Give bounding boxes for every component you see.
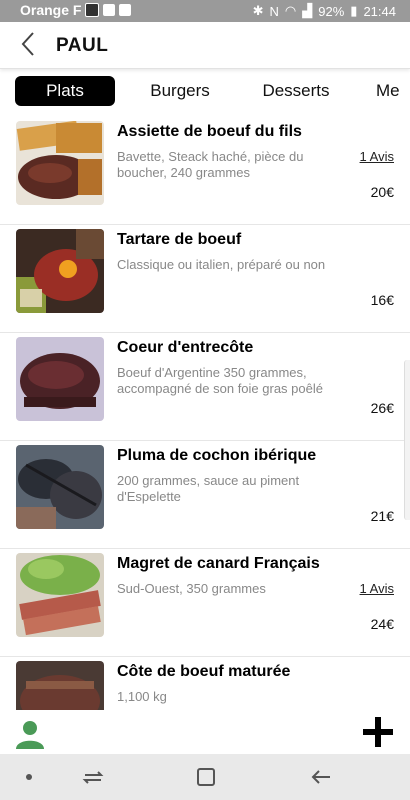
chevron-left-icon (21, 32, 34, 56)
recent-apps-button[interactable] (82, 766, 104, 788)
back-button[interactable] (14, 29, 44, 59)
dish-photo (16, 661, 104, 710)
dish-name: Tartare de boeuf (117, 231, 242, 248)
category-tabs: Plats Burgers Desserts Me (0, 74, 410, 108)
reviews-link[interactable]: 1 Avis (360, 149, 394, 164)
dish-price: 16€ (370, 292, 394, 308)
dish-description: Boeuf d'Argentine 350 grammes, accompagn… (117, 365, 323, 396)
recent-apps-icon (82, 771, 104, 784)
dish-name: Magret de canard Français (117, 555, 320, 572)
nfc-icon: N (269, 3, 279, 19)
arrow-left-icon (311, 770, 330, 784)
nav-dot-button[interactable] (18, 766, 40, 788)
list-item[interactable]: Côte de boeuf maturée 1,100 kg (0, 656, 410, 710)
back-nav-button[interactable] (310, 766, 332, 788)
dish-description: Bavette, Steack haché, pièce du boucher,… (117, 149, 304, 180)
tab-plats[interactable]: Plats (15, 76, 115, 106)
dish-price: 24€ (370, 616, 394, 632)
add-button[interactable] (362, 716, 394, 748)
profile-button[interactable] (14, 718, 46, 750)
bluetooth-icon: ✱ (252, 3, 264, 18)
dish-photo (16, 553, 104, 637)
dish-price: 21€ (370, 508, 394, 524)
app-notification-icon (85, 3, 100, 17)
dish-name: Assiette de boeuf du fils (117, 123, 302, 140)
dish-photo (16, 337, 104, 421)
shield-icon (103, 4, 116, 16)
plus-icon (363, 717, 393, 747)
tab-desserts[interactable]: Desserts (248, 76, 344, 106)
dot-icon (26, 774, 32, 780)
dish-name: Côte de boeuf maturée (117, 663, 291, 680)
dish-price: 26€ (370, 400, 394, 416)
dish-description: 1,100 kg (117, 689, 167, 704)
list-item[interactable]: Magret de canard Français Sud-Ouest, 350… (0, 548, 410, 657)
app-header: PAUL (0, 22, 410, 69)
dish-name: Pluma de cochon ibérique (117, 447, 317, 464)
list-item[interactable]: Pluma de cochon ibérique 200 grammes, sa… (0, 440, 410, 549)
home-button[interactable] (195, 766, 217, 788)
user-icon (16, 721, 44, 749)
carrier-label: Orange F (20, 2, 82, 18)
dish-description: Sud-Ouest, 350 grammes (117, 581, 266, 596)
tab-more[interactable]: Me (376, 76, 410, 106)
list-item[interactable]: Assiette de boeuf du fils Bavette, Steac… (0, 116, 410, 225)
dish-photo (16, 121, 104, 205)
image-icon (119, 4, 132, 16)
battery-icon: ▮ (350, 3, 358, 18)
reviews-link[interactable]: 1 Avis (360, 581, 394, 596)
menu-list: Assiette de boeuf du fils Bavette, Steac… (0, 116, 410, 710)
scroll-indicator[interactable] (404, 360, 410, 520)
signal-icon: ▟ (302, 3, 313, 18)
dish-description: Classique ou italien, préparé ou non (117, 257, 326, 272)
system-nav-bar (0, 754, 410, 800)
dish-description: 200 grammes, sauce au piment d'Espelette (117, 473, 300, 504)
page-title: PAUL (56, 35, 109, 56)
dish-photo (16, 445, 104, 529)
dish-name: Coeur d'entrecôte (117, 339, 254, 356)
home-icon (197, 768, 215, 786)
list-item[interactable]: Tartare de boeuf Classique ou italien, p… (0, 224, 410, 333)
tab-burgers[interactable]: Burgers (135, 76, 225, 106)
list-item[interactable]: Coeur d'entrecôte Boeuf d'Argentine 350 … (0, 332, 410, 441)
dish-price: 20€ (370, 184, 394, 200)
wifi-icon: ◠ (284, 3, 297, 18)
clock: 21:44 (363, 3, 396, 19)
status-bar: Orange F ✱ N ◠ ▟ 92% ▮ 21:44 (0, 0, 410, 22)
battery-percent: 92% (318, 3, 345, 19)
dish-photo (16, 229, 104, 313)
bottom-action-bar (0, 710, 410, 754)
